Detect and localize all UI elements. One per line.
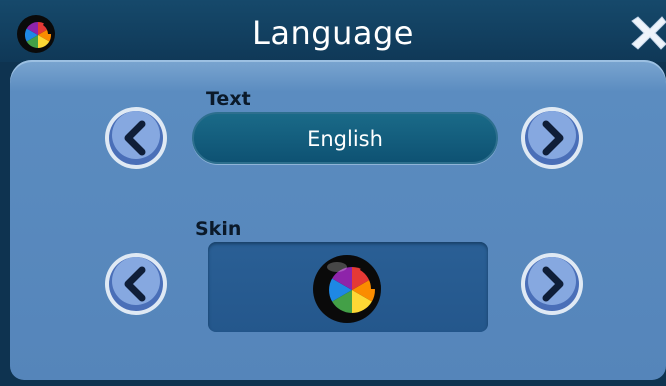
text-label: Text [206, 88, 251, 110]
skin-next-button[interactable] [520, 252, 584, 316]
skin-prev-button[interactable] [104, 252, 168, 316]
skin-label: Skin [195, 218, 242, 240]
text-next-button[interactable] [520, 106, 584, 170]
language-dialog: Language Text English Skin [0, 0, 666, 386]
text-prev-button[interactable] [104, 106, 168, 170]
title-bar: Language [0, 0, 666, 62]
skin-preview[interactable] [208, 242, 488, 332]
language-field[interactable]: English [192, 112, 498, 164]
window-title: Language [252, 14, 414, 52]
close-icon[interactable] [626, 13, 666, 53]
color-wheel-icon [313, 255, 381, 323]
language-value: English [307, 127, 383, 151]
